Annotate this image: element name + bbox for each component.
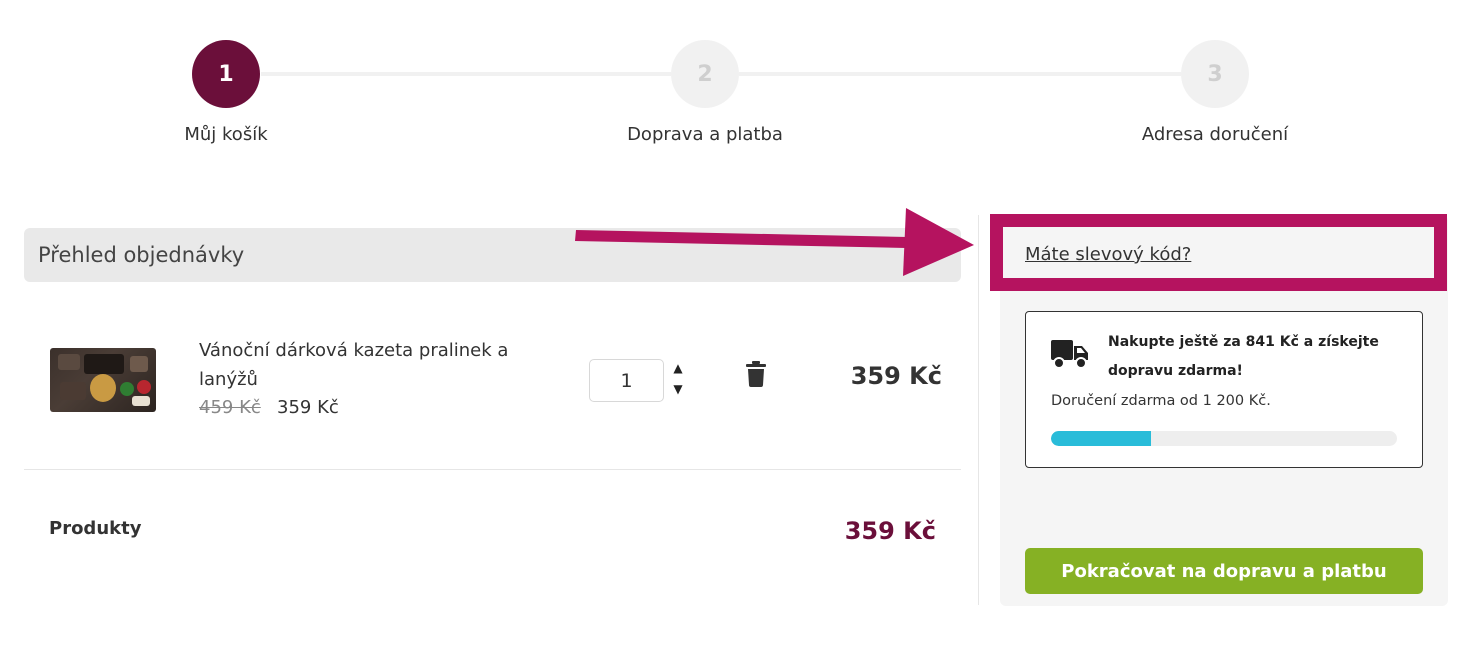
step-connector <box>261 72 671 76</box>
row-divider <box>24 469 961 470</box>
free-shipping-note: Doručení zdarma od 1 200 Kč. <box>1051 393 1271 409</box>
item-total: 359 Kč <box>850 362 942 390</box>
product-name-link[interactable]: Vánoční dárková kazeta pralinek a lanýžů <box>199 336 529 394</box>
products-total: 359 Kč <box>844 517 936 545</box>
step-2-label: Doprava a platba <box>627 124 783 145</box>
trash-icon[interactable] <box>745 361 767 387</box>
product-image[interactable] <box>50 348 156 412</box>
step-2-circle: 2 <box>671 40 739 108</box>
step-3-circle: 3 <box>1181 40 1249 108</box>
step-1-circle[interactable]: 1 <box>192 40 260 108</box>
step-connector <box>739 72 1181 76</box>
continue-to-shipping-button[interactable]: Pokračovat na dopravu a platbu <box>1025 548 1423 594</box>
product-price: 359 Kč <box>277 397 339 418</box>
annotation-arrow-icon <box>575 208 974 276</box>
quantity-decrease-icon[interactable]: ▼ <box>671 382 685 396</box>
step-3-label: Adresa doručení <box>1141 124 1289 145</box>
coupon-code-link[interactable]: Máte slevový kód? <box>1025 244 1191 265</box>
quantity-input[interactable] <box>589 359 664 402</box>
free-shipping-progress <box>1051 431 1397 446</box>
truck-icon <box>1051 340 1088 369</box>
quantity-increase-icon[interactable]: ▲ <box>671 361 685 375</box>
products-label: Produkty <box>49 518 142 539</box>
free-shipping-headline: Nakupte ještě za 841 Kč a získejte dopra… <box>1108 334 1379 379</box>
product-old-price: 459 Kč <box>199 397 261 418</box>
step-1-label: Můj košík <box>184 124 268 145</box>
progress-fill <box>1051 431 1152 446</box>
